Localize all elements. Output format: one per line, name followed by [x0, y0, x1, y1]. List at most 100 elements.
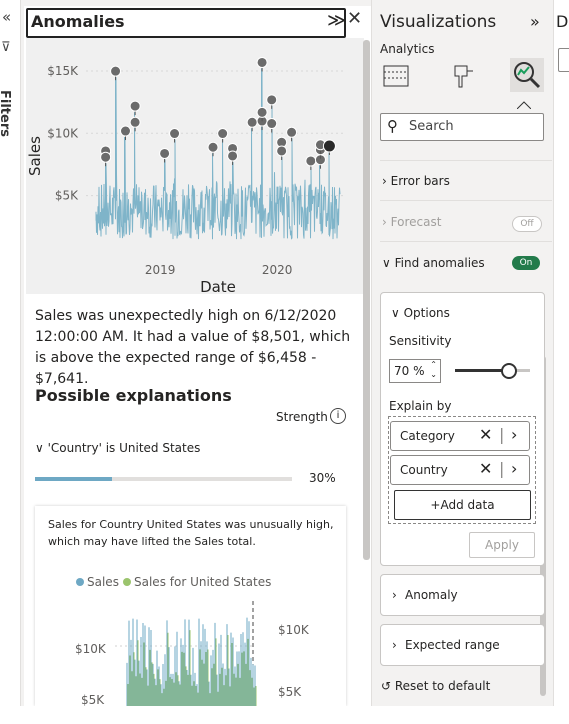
anomaly-label: Anomaly — [405, 588, 458, 602]
anomaly-marker — [129, 100, 141, 112]
error-bars-section[interactable]: › Error bars — [382, 174, 450, 188]
anomaly-marker — [217, 128, 229, 140]
add-data-button[interactable]: +Add data — [394, 490, 531, 520]
anomaly-marker — [286, 126, 298, 138]
options-label: Options — [403, 306, 450, 320]
field-country-label: Country — [400, 463, 448, 477]
anomaly-marker — [305, 155, 317, 167]
close-icon[interactable]: ✕ — [347, 8, 362, 29]
find-anomalies-label: Find anomalies — [394, 256, 485, 270]
data-pane-label: D — [556, 12, 569, 31]
explanation-card[interactable]: Sales for Country United States was unus… — [35, 506, 346, 706]
anomaly-marker — [100, 151, 112, 163]
analytics-magnifier-icon — [514, 62, 541, 89]
forecast-toggle[interactable]: Off — [512, 216, 542, 232]
anomaly-marker — [119, 125, 131, 137]
anomaly-section[interactable]: › Anomaly — [380, 574, 545, 616]
explain-by-label: Explain by — [389, 399, 452, 413]
options-header[interactable]: ∨ Options — [391, 306, 450, 320]
strength-percent: 30% — [309, 471, 336, 485]
legend-sales-dot — [76, 578, 84, 586]
anomaly-marker — [129, 116, 141, 128]
legend-us-label: Sales for United States — [134, 575, 271, 589]
x-axis-label: Date — [200, 278, 236, 294]
expected-range-section[interactable]: › Expected range — [380, 624, 545, 666]
apply-button[interactable]: Apply — [469, 532, 535, 558]
explanation-chart: Sales Sales for United States $10K $5K $… — [75, 575, 310, 706]
expected-range-label: Expected range — [405, 638, 500, 652]
anomaly-marker — [246, 116, 258, 128]
chevron-down-icon: ∨ — [382, 256, 395, 270]
anomalies-title: Anomalies — [31, 12, 125, 31]
anomaly-marker — [266, 94, 278, 106]
filters-label[interactable]: Filters — [0, 90, 12, 137]
anomaly-marker — [266, 118, 278, 130]
sensitivity-label: Sensitivity — [389, 334, 452, 348]
card-left-tick-10k: $10K — [75, 642, 107, 656]
anomaly-marker — [276, 145, 288, 157]
remove-field-icon[interactable]: ✕ — [479, 459, 492, 478]
chevron-right-icon: › — [382, 174, 391, 188]
field-category[interactable]: Category ✕ | › — [390, 421, 530, 451]
sensitivity-slider-thumb[interactable] — [501, 363, 517, 379]
anomaly-marker — [169, 128, 181, 140]
chevron-right-icon: › — [382, 215, 391, 229]
forecast-label: Forecast — [390, 215, 442, 229]
chevron-down-icon: ∨ — [391, 306, 404, 320]
info-icon[interactable]: i — [330, 408, 346, 424]
expand-pane-icon[interactable]: ≫ — [327, 10, 346, 31]
anomaly-marker — [256, 106, 268, 118]
explanation-country[interactable]: ∨ 'Country' is United States — [35, 441, 200, 455]
anomalies-header: Anomalies ≫ — [26, 8, 346, 38]
anomaly-chart-svg: $15K $10K $5K 2019 2020 Date Sales — [26, 56, 344, 296]
legend-sales-label: Sales — [87, 575, 119, 589]
possible-explanations-heading: Possible explanations — [35, 386, 232, 405]
strength-label: Strength — [276, 410, 328, 424]
find-anomalies-toggle[interactable]: On — [512, 256, 540, 270]
x-tick-label: 2019 — [145, 263, 176, 277]
table-build-icon[interactable] — [383, 62, 411, 90]
collapse-visualizations-icon[interactable]: » — [530, 12, 540, 31]
data-pane-collapsed[interactable]: D — [553, 0, 569, 724]
sensitivity-stepper[interactable]: 70 % ⌃ ⌄ — [389, 359, 441, 383]
reset-icon: ↺ — [381, 679, 395, 693]
chevron-down-icon: ∨ — [35, 441, 48, 455]
anomaly-marker — [256, 56, 268, 68]
data-search-box[interactable] — [558, 48, 569, 72]
y-tick-label: $5K — [55, 189, 79, 203]
y-tick-label: $10K — [47, 126, 79, 140]
expand-field-icon[interactable]: › — [511, 459, 517, 478]
expand-filters-icon[interactable]: « — [2, 8, 11, 26]
field-country[interactable]: Country ✕ | › — [390, 455, 530, 485]
explanation-label: 'Country' is United States — [47, 441, 201, 455]
anomaly-marker — [110, 65, 122, 77]
bottom-bar — [0, 706, 569, 724]
analytics-tab[interactable] — [510, 58, 544, 92]
chevron-right-icon: › — [392, 588, 397, 602]
anomaly-marker — [159, 147, 171, 159]
stepper-arrows-icon[interactable]: ⌃ ⌄ — [430, 360, 437, 380]
selected-anomaly-marker — [322, 139, 336, 153]
forecast-section[interactable]: › Forecast — [382, 215, 441, 229]
expand-field-icon[interactable]: › — [511, 425, 517, 444]
search-input[interactable]: ⚲ Search — [380, 113, 544, 141]
anomaly-description: Sales was unexpectedly high on 6/12/2020… — [35, 308, 351, 387]
anomaly-chart: $15K $10K $5K 2019 2020 Date Sales — [26, 38, 364, 296]
sensitivity-value: 70 % — [394, 364, 425, 378]
sales-series-line — [95, 68, 341, 240]
remove-field-icon[interactable]: ✕ — [479, 425, 492, 444]
anomaly-marker — [207, 141, 219, 153]
analytics-tab-label: Analytics — [380, 42, 435, 56]
active-tab-indicator — [516, 94, 532, 110]
pane-scrollbar[interactable] — [363, 40, 370, 560]
find-anomalies-section[interactable]: ∨ Find anomalies — [382, 256, 485, 270]
format-paint-icon[interactable] — [449, 62, 477, 90]
search-icon: ⚲ — [387, 117, 398, 135]
card-left-tick-5k: $5K — [81, 693, 105, 706]
search-placeholder: Search — [409, 119, 454, 134]
y-tick-label: $15K — [47, 64, 79, 78]
visualizations-title: Visualizations — [380, 12, 497, 32]
reset-to-default-button[interactable]: ↺ Reset to default — [381, 679, 490, 693]
field-category-label: Category — [400, 429, 455, 443]
filters-pane-collapsed[interactable]: « ⊽ Filters — [0, 0, 21, 724]
